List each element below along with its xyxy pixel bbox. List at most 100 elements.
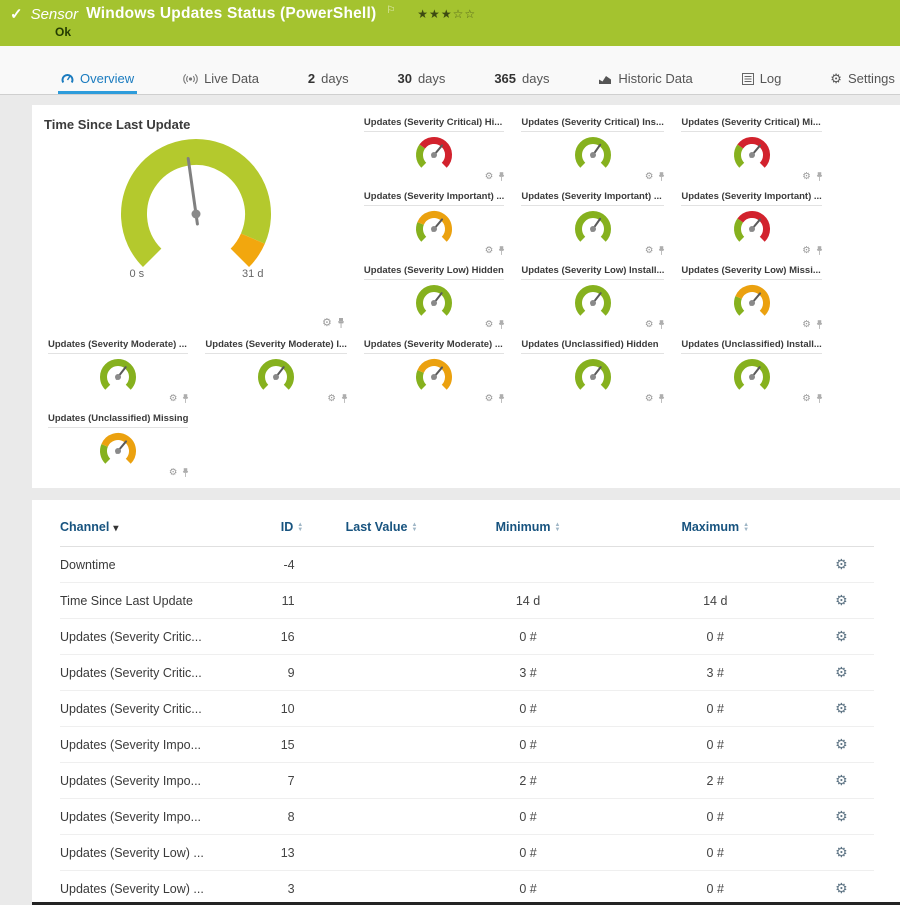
channel-gauge-title: Updates (Severity Low) Hidden [364,265,504,280]
tab-label: days [321,71,348,86]
status-check-icon: ✓ [10,5,23,23]
pin-icon[interactable] [498,320,505,330]
column-header-maximum[interactable]: Maximum▲▼ [622,516,809,547]
gauge-settings-gear-icon[interactable]: ⚙ [169,468,178,478]
tab-live-data[interactable]: Live Data [180,71,262,94]
channel-gauge-svg [570,282,616,322]
pin-icon[interactable] [816,394,823,404]
pin-icon[interactable] [658,172,665,182]
pin-icon[interactable] [658,394,665,404]
column-header-channel[interactable]: Channel▾ [60,516,255,547]
channel-gauge-tile[interactable]: Updates (Severity Low) Install... ⚙ [515,261,670,334]
channel-minimum: 0 # [434,871,621,905]
channel-gauge-title: Updates (Severity Moderate) ... [364,339,504,354]
channel-id: 13 [255,835,328,871]
gauge-settings-gear-icon[interactable]: ⚙ [485,320,494,330]
gauge-settings-gear-icon[interactable]: ⚙ [802,320,811,330]
area-chart-icon [598,73,612,85]
channel-gauge-tile[interactable]: Updates (Severity Moderate) ... ⚙ [42,335,194,408]
tab-365-days[interactable]: 365 days [491,71,552,94]
channel-gauge-tile[interactable]: Updates (Severity Low) Missi... ⚙ [675,261,827,334]
pin-icon[interactable] [658,320,665,330]
gauge-min-label: 0 s [129,268,144,280]
channel-settings-gear-icon[interactable]: ⚙ [835,808,848,824]
channel-gauge-tile[interactable]: Updates (Severity Important) ... ⚙ [358,187,510,260]
channel-gauge-tile[interactable]: Updates (Severity Critical) Hi... ⚙ [358,113,510,186]
channel-name: Updates (Severity Impo... [60,727,255,763]
channel-gauge-tile[interactable]: Updates (Severity Critical) Ins... ⚙ [515,113,670,186]
flag-icon[interactable]: ⚐ [386,5,395,16]
pin-icon[interactable] [498,172,505,182]
pin-icon[interactable] [337,318,345,329]
column-header-id[interactable]: ID▲▼ [255,516,328,547]
column-header-minimum[interactable]: Minimum▲▼ [434,516,621,547]
pin-icon[interactable] [341,394,348,404]
channel-settings-gear-icon[interactable]: ⚙ [835,664,848,680]
gauge-settings-gear-icon[interactable]: ⚙ [645,394,654,404]
pin-icon[interactable] [816,172,823,182]
channel-settings-gear-icon[interactable]: ⚙ [835,700,848,716]
gauge-settings-gear-icon[interactable]: ⚙ [802,394,811,404]
channel-settings-gear-icon[interactable]: ⚙ [835,844,848,860]
channel-gauge-svg [729,134,775,174]
channel-gauge-tile[interactable]: Updates (Unclassified) Install... ⚙ [675,335,827,408]
gauge-settings-gear-icon[interactable]: ⚙ [169,394,178,404]
sort-icon: ▲▼ [411,523,417,533]
gauge-settings-gear-icon[interactable]: ⚙ [485,172,494,182]
tab-30-days[interactable]: 30 days [394,71,448,94]
channel-settings-gear-icon[interactable]: ⚙ [835,628,848,644]
channel-maximum: 0 # [622,871,809,905]
table-row: Downtime -4 ⚙ [60,547,874,583]
channel-gauge-tile[interactable]: Updates (Severity Low) Hidden ⚙ [358,261,510,334]
channel-gauge-title: Updates (Severity Moderate) I... [205,339,346,354]
channel-gauge-tile[interactable]: Updates (Unclassified) Hidden ⚙ [515,335,670,408]
sensor-header: ✓ Sensor Windows Updates Status (PowerSh… [0,0,900,46]
column-header-last-value[interactable]: Last Value▲▼ [329,516,435,547]
tab-number: 30 [397,71,411,86]
gauge-settings-gear-icon[interactable]: ⚙ [802,246,811,256]
channel-minimum: 2 # [434,763,621,799]
pin-icon[interactable] [498,246,505,256]
channel-gauge-tile[interactable]: Updates (Unclassified) Missing ⚙ [42,409,194,482]
tab-historic-data[interactable]: Historic Data [595,71,695,94]
pin-icon[interactable] [658,246,665,256]
channel-settings-gear-icon[interactable]: ⚙ [835,592,848,608]
channel-maximum: 2 # [622,763,809,799]
tab-settings[interactable]: ⚙ Settings [827,71,898,94]
table-row: Updates (Severity Critic... 16 0 # 0 # ⚙ [60,619,874,655]
channel-gauge-tile[interactable]: Updates (Severity Critical) Mi... ⚙ [675,113,827,186]
channel-gauge-tile[interactable]: Updates (Severity Important) ... ⚙ [515,187,670,260]
channel-gauge-tile[interactable]: Updates (Severity Important) ... ⚙ [675,187,827,260]
tab-overview[interactable]: Overview [58,71,137,94]
gauge-settings-gear-icon[interactable]: ⚙ [322,318,332,329]
gauge-settings-gear-icon[interactable]: ⚙ [485,394,494,404]
gauge-settings-gear-icon[interactable]: ⚙ [645,246,654,256]
tab-log[interactable]: Log [739,71,785,94]
channel-gauge-tile[interactable]: Updates (Severity Moderate) ... ⚙ [358,335,510,408]
channel-settings-gear-icon[interactable]: ⚙ [835,556,848,572]
gauge-settings-gear-icon[interactable]: ⚙ [485,246,494,256]
tab-2-days[interactable]: 2 days [305,71,352,94]
broadcast-icon [183,73,198,85]
channel-settings-gear-icon[interactable]: ⚙ [835,772,848,788]
tab-number: 365 [494,71,516,86]
channel-settings-gear-icon[interactable]: ⚙ [835,880,848,896]
channel-gauge-tile[interactable]: Updates (Severity Moderate) I... ⚙ [199,335,352,408]
pin-icon[interactable] [816,246,823,256]
channel-maximum: 14 d [622,583,809,619]
channel-name: Updates (Severity Impo... [60,763,255,799]
sensor-type-label: Sensor [31,6,79,23]
pin-icon[interactable] [816,320,823,330]
channel-sort-dropdown-icon[interactable]: ▾ [113,523,118,534]
pin-icon[interactable] [182,468,189,478]
gauge-settings-gear-icon[interactable]: ⚙ [645,320,654,330]
channel-id: -4 [255,547,328,583]
channel-settings-gear-icon[interactable]: ⚙ [835,736,848,752]
channel-gauge-svg [253,356,299,396]
gauge-settings-gear-icon[interactable]: ⚙ [327,394,336,404]
gauge-settings-gear-icon[interactable]: ⚙ [645,172,654,182]
star-rating[interactable]: ★★★☆☆ [417,8,476,20]
gauge-settings-gear-icon[interactable]: ⚙ [802,172,811,182]
pin-icon[interactable] [182,394,189,404]
pin-icon[interactable] [498,394,505,404]
